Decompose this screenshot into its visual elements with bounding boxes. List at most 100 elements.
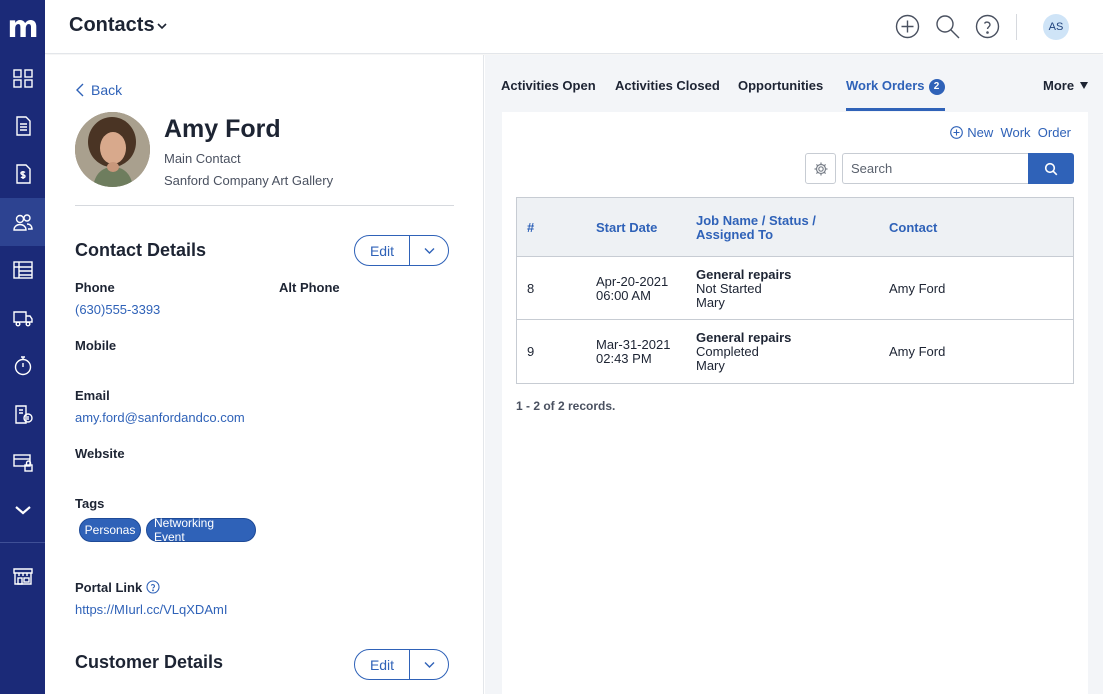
user-avatar[interactable]: AS [1043,14,1069,40]
divider [75,205,454,206]
row-job: General repairs Completed Mary [696,331,791,373]
list-icon [12,261,33,279]
contact-details-edit-group: Edit [354,235,449,266]
edit-customer-menu-button[interactable] [410,650,448,679]
phone-label: Phone [75,280,115,295]
chevron-down-icon [424,661,434,668]
search-icon [1044,162,1058,175]
tab-opportunities[interactable]: Opportunities [738,78,823,111]
tab-more-label: More [1043,78,1075,93]
work-orders-card: New Work Order # Start Date Job Name / S… [502,112,1088,694]
sidebar-item-lists[interactable] [0,246,45,294]
help-icon [975,14,1000,39]
help-icon [146,580,160,594]
table-row[interactable]: 8 Apr-20-2021 06:00 AM General repairs N… [517,257,1073,320]
column-header-start-date[interactable]: Start Date [596,221,657,235]
related-records-panel: Activities Open Activities Closed Opport… [485,55,1103,694]
tab-work-orders-label: Work Orders [846,78,925,93]
invoice-icon [15,164,31,184]
contact-role: Main Contact [164,151,241,166]
tag-badge[interactable]: Personas [79,518,141,542]
column-header-number[interactable]: # [527,221,534,235]
tag-badge[interactable]: Networking Event [146,516,256,544]
sidebar-item-marketplace[interactable] [0,552,45,600]
sidebar: m [0,0,45,694]
email-value[interactable]: amy.ford@sanfordandco.com [75,410,245,425]
marketplace-icon [12,568,33,585]
truck-icon [12,311,33,327]
phone-value[interactable]: (630)555-3393 [75,302,160,317]
contact-photo [75,112,150,187]
row-job-name[interactable]: General repairs [696,268,791,282]
timer-icon [14,356,31,376]
table-settings-button[interactable] [805,153,836,184]
email-label: Email [75,388,110,403]
tab-bar: Activities Open Activities Closed Opport… [485,55,1103,111]
chevron-left-icon [76,83,84,97]
chevron-down-icon [14,506,31,515]
sidebar-item-billing[interactable] [0,390,45,438]
records-count: 1 - 2 of 2 records. [516,399,616,413]
row-time: 06:00 AM [596,288,651,303]
edit-contact-button[interactable]: Edit [355,236,410,265]
sidebar-item-timesheets[interactable] [0,342,45,390]
work-orders-table: # Start Date Job Name / Status / Assigne… [516,197,1074,384]
table-header: # Start Date Job Name / Status / Assigne… [517,198,1073,257]
portal-help-icon[interactable] [146,580,160,594]
help-button[interactable] [974,13,1001,40]
new-work-order-label: New Work Order [967,125,1071,140]
tab-activities-open[interactable]: Activities Open [501,78,596,111]
row-number: 8 [527,281,535,296]
page-title[interactable]: Contacts [69,14,155,37]
row-contact: Amy Ford [889,344,946,359]
add-button[interactable] [894,13,921,40]
top-header: Contacts AS [45,0,1103,54]
edit-customer-button[interactable]: Edit [355,650,410,679]
contact-details-title: Contact Details [75,240,207,260]
table-row[interactable]: 9 Mar-31-2021 02:43 PM General repairs C… [517,320,1073,383]
sidebar-item-invoices[interactable] [0,150,45,198]
sidebar-expand-button[interactable] [0,486,45,534]
column-header-contact[interactable]: Contact [889,221,937,235]
header-divider [1016,14,1017,40]
payment-lock-icon [12,454,33,472]
chevron-down-icon [424,247,434,254]
sidebar-item-documents[interactable] [0,102,45,150]
app-logo[interactable]: m [0,0,45,54]
sidebar-item-contacts[interactable] [0,198,45,246]
alt-phone-label: Alt Phone [279,280,340,295]
gear-icon [814,162,827,175]
search-submit-button[interactable] [1028,153,1074,184]
row-job-name[interactable]: General repairs [696,331,791,345]
sidebar-divider [0,542,45,543]
row-time: 02:43 PM [596,351,652,366]
search-button[interactable] [934,13,961,40]
portal-link-label: Portal Link [75,580,143,595]
tab-work-orders[interactable]: Work Orders 2 [846,78,945,111]
caret-down-icon [1080,82,1089,89]
customer-details-title: Customer Details [75,652,224,672]
contact-company[interactable]: Sanford Company Art Gallery [164,173,333,188]
sidebar-item-dashboard[interactable] [0,54,45,102]
row-status: Not Started [696,281,762,296]
portal-link-value[interactable]: https://MIurl.cc/VLqXDAmI [75,602,227,617]
sidebar-item-dispatch[interactable] [0,294,45,342]
plus-circle-icon [895,14,920,39]
sidebar-item-payments[interactable] [0,438,45,486]
back-label: Back [91,82,123,98]
tab-more[interactable]: More [1043,78,1089,111]
row-date: Apr-20-2021 [596,274,669,289]
tab-activities-closed[interactable]: Activities Closed [615,78,720,111]
row-start-date: Apr-20-2021 06:00 AM [596,275,668,303]
back-link[interactable]: Back [75,82,122,98]
new-work-order-button[interactable]: New Work Order [950,125,1071,140]
search-input[interactable] [842,153,1029,184]
tags-label: Tags [75,496,105,511]
edit-contact-menu-button[interactable] [410,236,448,265]
search-icon [936,15,960,39]
column-header-job[interactable]: Job Name / Status / Assigned To [696,214,816,242]
row-number: 9 [527,344,535,359]
chevron-down-icon[interactable] [156,20,168,32]
work-orders-count-badge: 2 [928,78,945,95]
row-start-date: Mar-31-2021 02:43 PM [596,338,670,366]
